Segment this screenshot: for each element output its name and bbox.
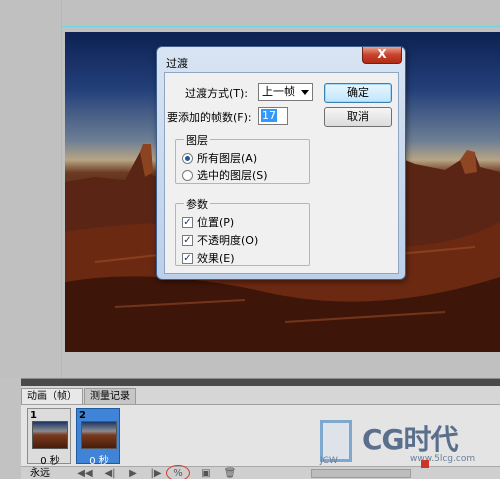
frames-to-add-input[interactable]: 17	[258, 107, 288, 125]
tween-highlight-circle	[166, 465, 190, 479]
frames-to-add-value: 17	[261, 109, 277, 122]
duplicate-frame-icon[interactable]: ▣	[199, 467, 213, 479]
radio-selected-icon	[182, 152, 193, 164]
dialog-title: 过渡	[166, 57, 188, 70]
selected-layers-label: 选中的图层(S)	[197, 169, 268, 182]
params-group: 参数 ✓ 位置(P) ✓ 不透明度(O) ✓ 效果(E)	[175, 196, 310, 266]
next-frame-icon[interactable]: |▶	[147, 467, 165, 479]
frame-delay-select[interactable]: 0 秒	[77, 452, 121, 467]
opacity-label: 不透明度(O)	[197, 234, 259, 247]
watermark-sub: JCW	[320, 456, 338, 466]
animation-frame-1[interactable]: 1 0 秒	[27, 408, 72, 467]
layers-group: 图层 所有图层(A) 选中的图层(S)	[175, 132, 310, 184]
close-button[interactable]: X	[362, 47, 402, 64]
radio-unselected-icon	[182, 169, 193, 181]
watermark-red-mark	[421, 460, 429, 468]
panel-title-bar	[21, 379, 500, 386]
checkmark-icon: ✓	[182, 252, 193, 264]
selected-layers-radio[interactable]: 选中的图层(S)	[182, 167, 268, 183]
opacity-checkbox[interactable]: ✓ 不透明度(O)	[182, 232, 258, 248]
effects-label: 效果(E)	[197, 252, 235, 265]
frame-delay-select[interactable]: 0 秒	[28, 452, 72, 467]
params-group-title: 参数	[184, 196, 210, 212]
watermark-title: CG时代	[362, 423, 459, 456]
position-checkbox[interactable]: ✓ 位置(P)	[182, 214, 234, 230]
layers-group-title: 图层	[184, 132, 210, 148]
effects-checkbox[interactable]: ✓ 效果(E)	[182, 250, 235, 266]
tween-with-label: 过渡方式(T):	[185, 87, 249, 100]
animation-frame-2[interactable]: 2 0 秒	[76, 408, 121, 467]
loop-options-select[interactable]: 永远	[30, 467, 50, 479]
watermark-logo: CG时代 JCW www.5lcg.com	[318, 418, 498, 476]
all-layers-radio[interactable]: 所有图层(A)	[182, 150, 257, 166]
tab-animation-frames[interactable]: 动画（帧）	[21, 388, 83, 404]
previous-frame-icon[interactable]: ◀|	[101, 467, 119, 479]
chevron-down-icon	[301, 90, 309, 95]
frame-number: 2	[79, 410, 86, 421]
checkmark-icon: ✓	[182, 216, 193, 228]
frame-thumbnail	[32, 421, 68, 449]
checkmark-icon: ✓	[182, 234, 193, 246]
frames-to-add-label: 要添加的帧数(F):	[167, 111, 252, 124]
ok-button[interactable]: 确定	[324, 83, 392, 103]
tween-with-value: 上一帧	[262, 85, 295, 98]
frame-thumbnail	[81, 421, 117, 449]
vertical-guide	[61, 0, 62, 378]
cancel-button[interactable]: 取消	[324, 107, 392, 127]
first-frame-icon[interactable]: ◀◀	[76, 467, 94, 479]
dialog-body: 过渡方式(T): 上一帧 要添加的帧数(F): 17 确定 取消 图层 所有图层…	[164, 72, 399, 274]
horizontal-guide	[61, 26, 500, 27]
watermark-url: www.5lcg.com	[410, 454, 476, 464]
tween-with-select[interactable]: 上一帧	[258, 83, 313, 101]
tween-dialog: 过渡 X 过渡方式(T): 上一帧 要添加的帧数(F): 17 确定 取消 图层…	[156, 46, 406, 280]
position-label: 位置(P)	[197, 216, 235, 229]
panel-tabs: 动画（帧） 测量记录	[21, 388, 137, 404]
delete-frame-icon[interactable]: 🗑	[223, 467, 237, 479]
play-icon[interactable]: ▶	[126, 467, 140, 479]
frame-number: 1	[30, 410, 37, 421]
tab-measurement-log[interactable]: 测量记录	[84, 388, 136, 404]
all-layers-label: 所有图层(A)	[197, 152, 258, 165]
